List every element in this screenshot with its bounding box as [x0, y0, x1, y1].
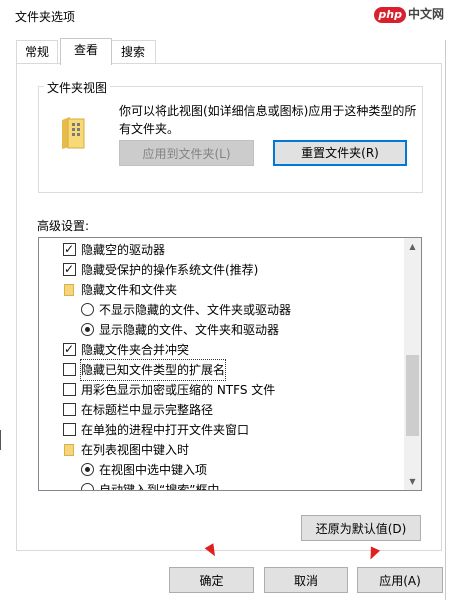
apply-to-folders-button[interactable]: 应用到文件夹(L): [119, 140, 254, 166]
list-item-label: 隐藏文件夹合并冲突: [81, 343, 190, 357]
list-item-label: 在列表视图中键入时: [81, 443, 190, 457]
scroll-down-icon[interactable]: ▼: [404, 473, 421, 490]
folder-options-dialog: 文件夹选项 php 中文网 常规 查看 搜索 文件夹视图 你可以将此视图(如详细信…: [0, 0, 458, 614]
scroll-thumb[interactable]: [406, 355, 419, 436]
checkbox[interactable]: [63, 363, 76, 376]
folder-icon: [64, 444, 74, 456]
checkbox[interactable]: [63, 383, 76, 396]
checkbox[interactable]: [63, 339, 76, 359]
watermark-badge: php: [374, 7, 406, 23]
apply-button[interactable]: 应用(A): [357, 567, 443, 593]
folder-views-group: 文件夹视图 你可以将此视图(如详细信息或图标)应用于这种类型的所有文件夹。 应用…: [38, 79, 423, 193]
list-item-label: 隐藏已知文件类型的扩展名: [79, 359, 227, 381]
radio[interactable]: [81, 303, 94, 316]
ok-button[interactable]: 确定: [169, 567, 254, 593]
list-scrollbar[interactable]: ▲ ▼: [404, 238, 421, 490]
radio[interactable]: [81, 323, 94, 336]
list-item-label: 隐藏空的驱动器: [81, 243, 166, 257]
radio[interactable]: [81, 483, 94, 490]
view-tab-pane: 文件夹视图 你可以将此视图(如详细信息或图标)应用于这种类型的所有文件夹。 应用…: [16, 63, 442, 551]
list-item-label: 在标题栏中显示完整路径: [81, 403, 214, 417]
tab-view[interactable]: 查看: [60, 38, 112, 65]
radio[interactable]: [81, 463, 94, 476]
tab-search[interactable]: 搜索: [110, 40, 156, 63]
list-item-label: 在视图中选中键入项: [99, 463, 208, 477]
background-edge: [0, 430, 1, 450]
cancel-button[interactable]: 取消: [264, 567, 348, 593]
watermark-logo: php 中文网: [374, 5, 444, 23]
list-item-label: 在单独的进程中打开文件夹窗口: [81, 423, 250, 437]
folder-view-icon: [62, 117, 85, 149]
title-bar: 文件夹选项 php 中文网: [0, 0, 458, 30]
folder-icon: [64, 284, 74, 296]
checkbox[interactable]: [63, 403, 76, 416]
tab-general[interactable]: 常规: [16, 40, 58, 63]
checkbox[interactable]: [63, 239, 76, 259]
folder-views-title: 文件夹视图: [44, 79, 111, 96]
list-item-label: 隐藏受保护的操作系统文件(推荐): [81, 263, 259, 277]
folder-views-description: 你可以将此视图(如详细信息或图标)应用于这种类型的所有文件夹。: [119, 104, 417, 136]
window-title: 文件夹选项: [15, 10, 76, 24]
list-item-label: 不显示隐藏的文件、文件夹或驱动器: [99, 303, 292, 317]
watermark-text: 中文网: [407, 7, 444, 21]
list-item-label: 显示隐藏的文件、文件夹和驱动器: [99, 323, 280, 337]
background-edge: [445, 40, 446, 600]
list-item-label: 自动键入到“搜索”框中: [99, 483, 220, 491]
reset-folders-button[interactable]: 重置文件夹(R): [273, 140, 407, 166]
advanced-settings-list[interactable]: 隐藏空的驱动器 隐藏受保护的操作系统文件(推荐) 隐藏文件和文件夹 不显示隐藏的…: [38, 237, 422, 491]
advanced-settings-label: 高级设置:: [37, 219, 90, 233]
list-item-label: 隐藏文件和文件夹: [81, 283, 178, 297]
checkbox[interactable]: [63, 423, 76, 436]
checkbox[interactable]: [63, 259, 76, 279]
scroll-up-icon[interactable]: ▲: [404, 238, 421, 255]
restore-defaults-button[interactable]: 还原为默认值(D): [301, 515, 421, 541]
list-item-label: 用彩色显示加密或压缩的 NTFS 文件: [81, 383, 276, 397]
